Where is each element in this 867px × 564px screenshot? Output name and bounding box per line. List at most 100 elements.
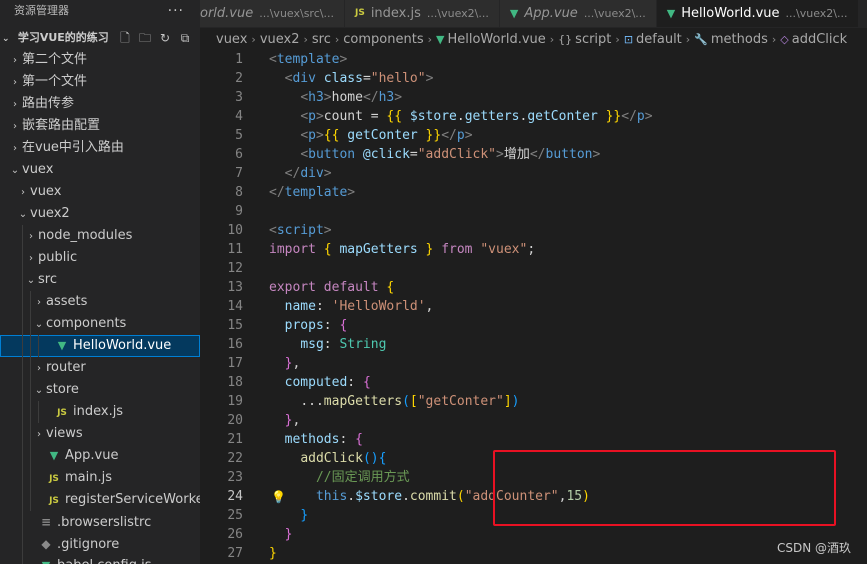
code-line[interactable]: 7 </div> — [200, 164, 867, 183]
line-number: 27 — [227, 546, 243, 561]
code-line[interactable]: 26 } — [200, 525, 867, 544]
indent-guide — [22, 467, 23, 489]
tab-label: orld.vue — [200, 6, 254, 21]
new-folder-icon[interactable]: 🗀 — [138, 27, 152, 49]
editor-tabs: orld.vue ...\vuex\src\... JS index.js ...\vu… — [200, 0, 867, 28]
tree-item[interactable]: › 嵌套路由配置 — [0, 115, 200, 137]
tree-item[interactable]: JS index.js — [0, 401, 200, 423]
tree-item[interactable]: ▼babel.config.js — [0, 555, 200, 564]
git-file-icon: ◆ — [41, 537, 51, 551]
line-number: 20 — [227, 413, 243, 428]
code-text: <p>{{ getConter }}</p> — [269, 126, 472, 145]
breadcrumb-item[interactable]: default — [636, 32, 682, 47]
code-line[interactable]: 19 ...mapGetters(["getConter"]) — [200, 392, 867, 411]
tree-item[interactable]: › 在vue中引入路由 — [0, 137, 200, 159]
breadcrumb-item[interactable]: src — [312, 32, 331, 47]
code-token: "addClick" — [417, 147, 497, 162]
tree-item[interactable]: › assets — [0, 291, 200, 313]
line-number: 24 — [227, 489, 243, 504]
code-token: > — [425, 71, 434, 86]
code-line[interactable]: 10 <script> — [200, 221, 867, 240]
tree-item[interactable]: ⌄ components — [0, 313, 200, 335]
tree-item[interactable]: JS main.js — [0, 467, 200, 489]
tree-item[interactable]: ⌄ vuex2 — [0, 203, 200, 225]
breadcrumb-item[interactable]: vuex — [216, 32, 247, 47]
code-line[interactable]: 1 <template> — [200, 50, 867, 69]
tree-item[interactable]: JS registerServiceWorker.js — [0, 489, 200, 511]
code-text: computed: { — [269, 373, 371, 392]
breadcrumb-item[interactable]: vuex2 — [260, 32, 300, 47]
code-line[interactable]: 2 <div class="hello"> — [200, 69, 867, 88]
code-token: {{ — [323, 128, 340, 143]
tree-item[interactable]: ◆ .gitignore — [0, 533, 200, 555]
tree-item[interactable]: › router — [0, 357, 200, 379]
collapse-all-icon[interactable]: ⧉ — [178, 27, 192, 49]
tree-item[interactable]: ▼ App.vue — [0, 445, 200, 467]
code-token: $store — [355, 489, 403, 504]
chevron-down-icon: ⌄ — [10, 165, 20, 176]
code-line[interactable]: 11 import { mapGetters } from "vuex"; — [200, 240, 867, 259]
module-icon: ⊡ — [623, 33, 634, 46]
code-token: ( — [362, 451, 371, 466]
editor-tab[interactable]: ▼ HelloWorld.vue ...\vuex2\... — [656, 0, 859, 27]
code-line[interactable]: 13 export default { — [200, 278, 867, 297]
code-line[interactable]: 21 methods: { — [200, 430, 867, 449]
new-file-icon[interactable]: 🗋 — [118, 27, 132, 49]
code-line[interactable]: 6 <button @click="addClick">增加</button> — [200, 145, 867, 164]
refresh-icon[interactable]: ↻ — [158, 27, 172, 49]
code-line[interactable]: 14 name: 'HelloWorld', — [200, 297, 867, 316]
breadcrumb-item[interactable]: addClick — [792, 32, 847, 47]
more-actions-icon[interactable]: ··· — [168, 0, 184, 22]
code-line[interactable]: 9 — [200, 202, 867, 221]
editor-tab[interactable]: orld.vue ...\vuex\src\... — [200, 0, 345, 27]
tree-item[interactable]: ⌄ src — [0, 269, 200, 291]
tree-item[interactable]: › public — [0, 247, 200, 269]
code-line[interactable]: 17 }, — [200, 354, 867, 373]
line-number: 15 — [227, 318, 243, 333]
code-token: addClick — [300, 451, 363, 466]
code-line[interactable]: 3 <h3>home</h3> — [200, 88, 867, 107]
tree-item[interactable]: › 路由传参 — [0, 93, 200, 115]
code-line[interactable]: 12 — [200, 259, 867, 278]
tree-item[interactable]: › 第二个文件 — [0, 49, 200, 71]
code-line[interactable]: 27} — [200, 544, 867, 563]
annotation-highlight-box — [493, 450, 836, 526]
editor-tab[interactable]: JS index.js ...\vuex2\... — [344, 0, 500, 27]
tree-item[interactable]: › vuex — [0, 181, 200, 203]
tree-item[interactable]: › 第一个文件 — [0, 71, 200, 93]
code-line[interactable]: 16 msg: String — [200, 335, 867, 354]
tree-item[interactable]: › views — [0, 423, 200, 445]
breadcrumb-item[interactable]: components — [343, 32, 423, 47]
tree-item[interactable]: ≡ .browserslistrc — [0, 511, 200, 533]
code-token: ; — [527, 242, 536, 257]
tab-description: ...\vuex2\... — [583, 7, 646, 20]
code-text: methods: { — [269, 430, 363, 449]
tree-item[interactable]: ⌄ vuex — [0, 159, 200, 181]
code-token: > — [339, 52, 348, 67]
explorer-sidebar: 资源管理器 ··· ⌄ 学习VUE的的练习 🗋 🗀 ↻ ⧉ › 第二个文件 › 第一个… — [0, 0, 200, 564]
tree-item[interactable]: ▼ HelloWorld.vue — [0, 335, 200, 357]
code-token: < — [300, 147, 309, 162]
code-token: count = — [323, 109, 387, 124]
code-line[interactable]: 4 <p>count = {{ $store.getters.getConter… — [200, 107, 867, 126]
indent-guide — [22, 291, 23, 313]
tree-item-label: 第一个文件 — [22, 74, 88, 89]
workspace-section-header[interactable]: ⌄ 学习VUE的的练习 🗋 🗀 ↻ ⧉ — [0, 27, 200, 49]
breadcrumb-item[interactable]: script — [575, 32, 611, 47]
code-token: mapGetters — [331, 242, 426, 257]
code-line[interactable]: 20 }, — [200, 411, 867, 430]
code-line[interactable]: 15 props: { — [200, 316, 867, 335]
code-line[interactable]: 8 </template> — [200, 183, 867, 202]
tree-item[interactable]: › node_modules — [0, 225, 200, 247]
code-line[interactable]: 5 <p>{{ getConter }}</p> — [200, 126, 867, 145]
breadcrumb-item[interactable]: HelloWorld.vue — [447, 32, 545, 47]
code-text: } — [269, 525, 293, 544]
editor-tab[interactable]: ▼ App.vue ...\vuex2\... — [499, 0, 657, 27]
code-line[interactable]: 18 computed: { — [200, 373, 867, 392]
tree-item[interactable]: ⌄ store — [0, 379, 200, 401]
indent-guide — [30, 467, 31, 489]
breadcrumb-item[interactable]: methods — [711, 32, 768, 47]
